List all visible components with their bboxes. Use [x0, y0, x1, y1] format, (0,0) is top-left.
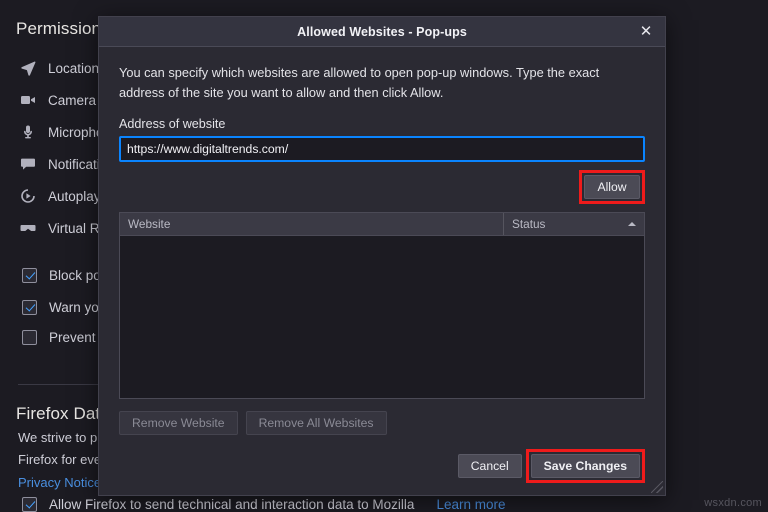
- remove-buttons-row: Remove Website Remove All Websites: [119, 411, 645, 435]
- checkbox-row-telemetry[interactable]: Allow Firefox to send technical and inte…: [22, 497, 506, 512]
- save-changes-button[interactable]: Save Changes: [531, 454, 640, 478]
- allowed-websites-dialog: Allowed Websites - Pop-ups ✕ You can spe…: [98, 16, 666, 496]
- permission-label: Location: [48, 61, 99, 76]
- dialog-description: You can specify which websites are allow…: [119, 63, 635, 103]
- address-input[interactable]: [119, 136, 645, 162]
- allow-button[interactable]: Allow: [584, 175, 640, 199]
- close-icon[interactable]: ✕: [633, 19, 659, 43]
- cancel-button[interactable]: Cancel: [458, 454, 522, 478]
- resize-grip-icon[interactable]: [651, 481, 663, 493]
- privacy-notice-link[interactable]: Privacy Notice: [18, 475, 101, 490]
- column-header-label: Status: [512, 217, 545, 231]
- checkbox-prevent-accessibility[interactable]: [22, 330, 37, 345]
- checkbox-label: Allow Firefox to send technical and inte…: [49, 497, 414, 512]
- location-arrow-icon: [20, 60, 36, 76]
- permission-label: Autoplay: [48, 189, 101, 204]
- dialog-footer: Cancel Save Changes: [119, 449, 645, 495]
- permission-row-location[interactable]: Location: [20, 57, 99, 79]
- watermark: wsxdn.com: [704, 497, 762, 509]
- checkbox-telemetry[interactable]: [22, 497, 37, 512]
- remove-all-websites-button[interactable]: Remove All Websites: [246, 411, 387, 435]
- permission-row-camera[interactable]: Camera: [20, 89, 96, 111]
- dialog-titlebar[interactable]: Allowed Websites - Pop-ups ✕: [99, 17, 665, 47]
- autoplay-icon: [20, 188, 36, 204]
- permission-row-autoplay[interactable]: Autoplay: [20, 185, 101, 207]
- microphone-icon: [20, 124, 36, 140]
- permissions-heading: Permissions: [16, 19, 110, 39]
- column-header-website[interactable]: Website: [120, 213, 504, 235]
- chat-bubble-icon: [20, 156, 36, 172]
- highlight-box-save-changes: Save Changes: [526, 449, 645, 483]
- video-camera-icon: [20, 92, 36, 108]
- remove-website-button[interactable]: Remove Website: [119, 411, 238, 435]
- learn-more-link[interactable]: Learn more: [436, 497, 505, 512]
- dialog-body: You can specify which websites are allow…: [99, 47, 665, 495]
- address-field-label: Address of website: [119, 117, 645, 131]
- vr-goggles-icon: [20, 220, 36, 236]
- table-body-empty[interactable]: [120, 236, 644, 398]
- checkbox-warn-addons[interactable]: [22, 300, 37, 315]
- column-header-label: Website: [128, 217, 170, 231]
- permission-label: Camera: [48, 93, 96, 108]
- allowed-websites-table: Website Status: [119, 212, 645, 399]
- checkbox-block-popups[interactable]: [22, 268, 37, 283]
- allow-button-row: Allow: [119, 170, 645, 204]
- highlight-box-allow: Allow: [579, 170, 645, 204]
- table-header-row: Website Status: [120, 213, 644, 236]
- column-header-status[interactable]: Status: [504, 213, 644, 235]
- dialog-title: Allowed Websites - Pop-ups: [297, 25, 467, 39]
- sort-ascending-icon: [628, 222, 636, 226]
